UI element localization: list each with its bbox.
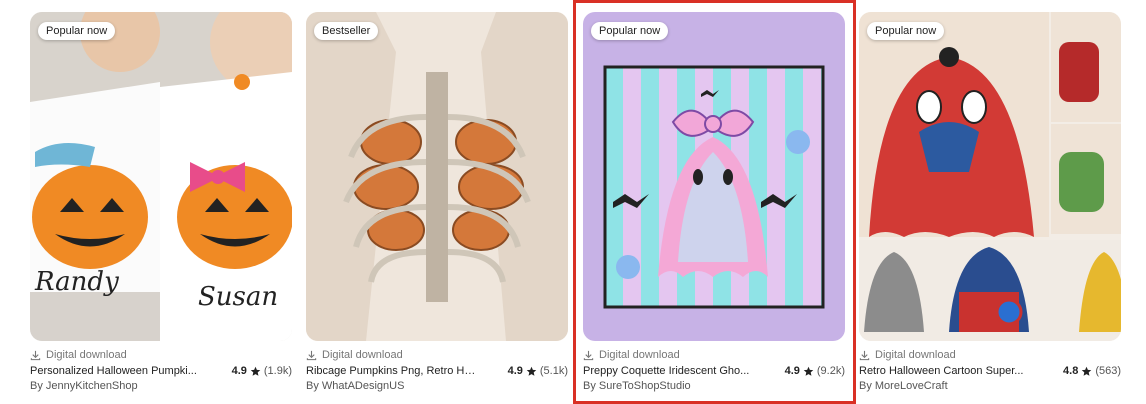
listing-card-4[interactable]: Popular now Digital download Retro Hallo… — [859, 12, 1121, 392]
shop-name[interactable]: By MoreLoveCraft — [859, 380, 1121, 392]
digital-download-label: Digital download — [306, 348, 568, 362]
star-icon — [1082, 366, 1092, 376]
popular-now-badge: Popular now — [38, 22, 116, 40]
listing-title[interactable]: Ribcage Pumpkins Png, Retro Ha... — [306, 365, 476, 377]
listing-card-3[interactable]: Popular now Digital download Preppy Coqu… — [583, 12, 845, 392]
shop-name[interactable]: By SureToShopStudio — [583, 380, 845, 392]
listing-title[interactable]: Preppy Coquette Iridescent Gho... — [583, 365, 749, 377]
listing-title[interactable]: Personalized Halloween Pumpki... — [30, 365, 197, 377]
image-name-right: Susan — [198, 282, 279, 312]
star-icon — [526, 366, 537, 376]
listing-card-2[interactable]: Bestseller Digital download Ribcage Pump… — [306, 12, 568, 392]
ribcage-pumpkins-illustration — [306, 12, 568, 341]
digital-download-label: Digital download — [30, 348, 292, 362]
rating: 4.9 (5.1k) — [507, 365, 568, 377]
image-name-left: Randy — [35, 267, 119, 297]
download-icon — [859, 350, 870, 360]
digital-download-label: Digital download — [583, 348, 845, 362]
popular-now-badge: Popular now — [591, 22, 669, 40]
listing-image-3[interactable]: Popular now — [583, 12, 845, 341]
iridescent-ghost-illustration — [583, 12, 845, 341]
star-icon — [250, 366, 261, 376]
download-icon — [583, 350, 594, 360]
rating: 4.8 (563) — [1063, 365, 1121, 377]
bestseller-badge: Bestseller — [314, 22, 379, 40]
superhero-ghosts-illustration — [859, 12, 1121, 341]
listing-image-1[interactable]: Randy Susan Popular now — [30, 12, 292, 341]
rating: 4.9 (1.9k) — [231, 365, 292, 377]
rating: 4.9 (9.2k) — [784, 365, 845, 377]
listing-image-4[interactable]: Popular now — [859, 12, 1121, 341]
listing-card-1[interactable]: Randy Susan Popular now Digital download… — [30, 12, 292, 392]
digital-download-label: Digital download — [859, 348, 1121, 362]
listing-title[interactable]: Retro Halloween Cartoon Super... — [859, 365, 1023, 377]
popular-now-badge: Popular now — [867, 22, 945, 40]
download-icon — [306, 350, 317, 360]
download-icon — [30, 350, 41, 360]
listing-image-2[interactable]: Bestseller — [306, 12, 568, 341]
shop-name[interactable]: By JennyKitchenShop — [30, 380, 292, 392]
star-icon — [803, 366, 814, 376]
shop-name[interactable]: By WhatADesignUS — [306, 380, 568, 392]
